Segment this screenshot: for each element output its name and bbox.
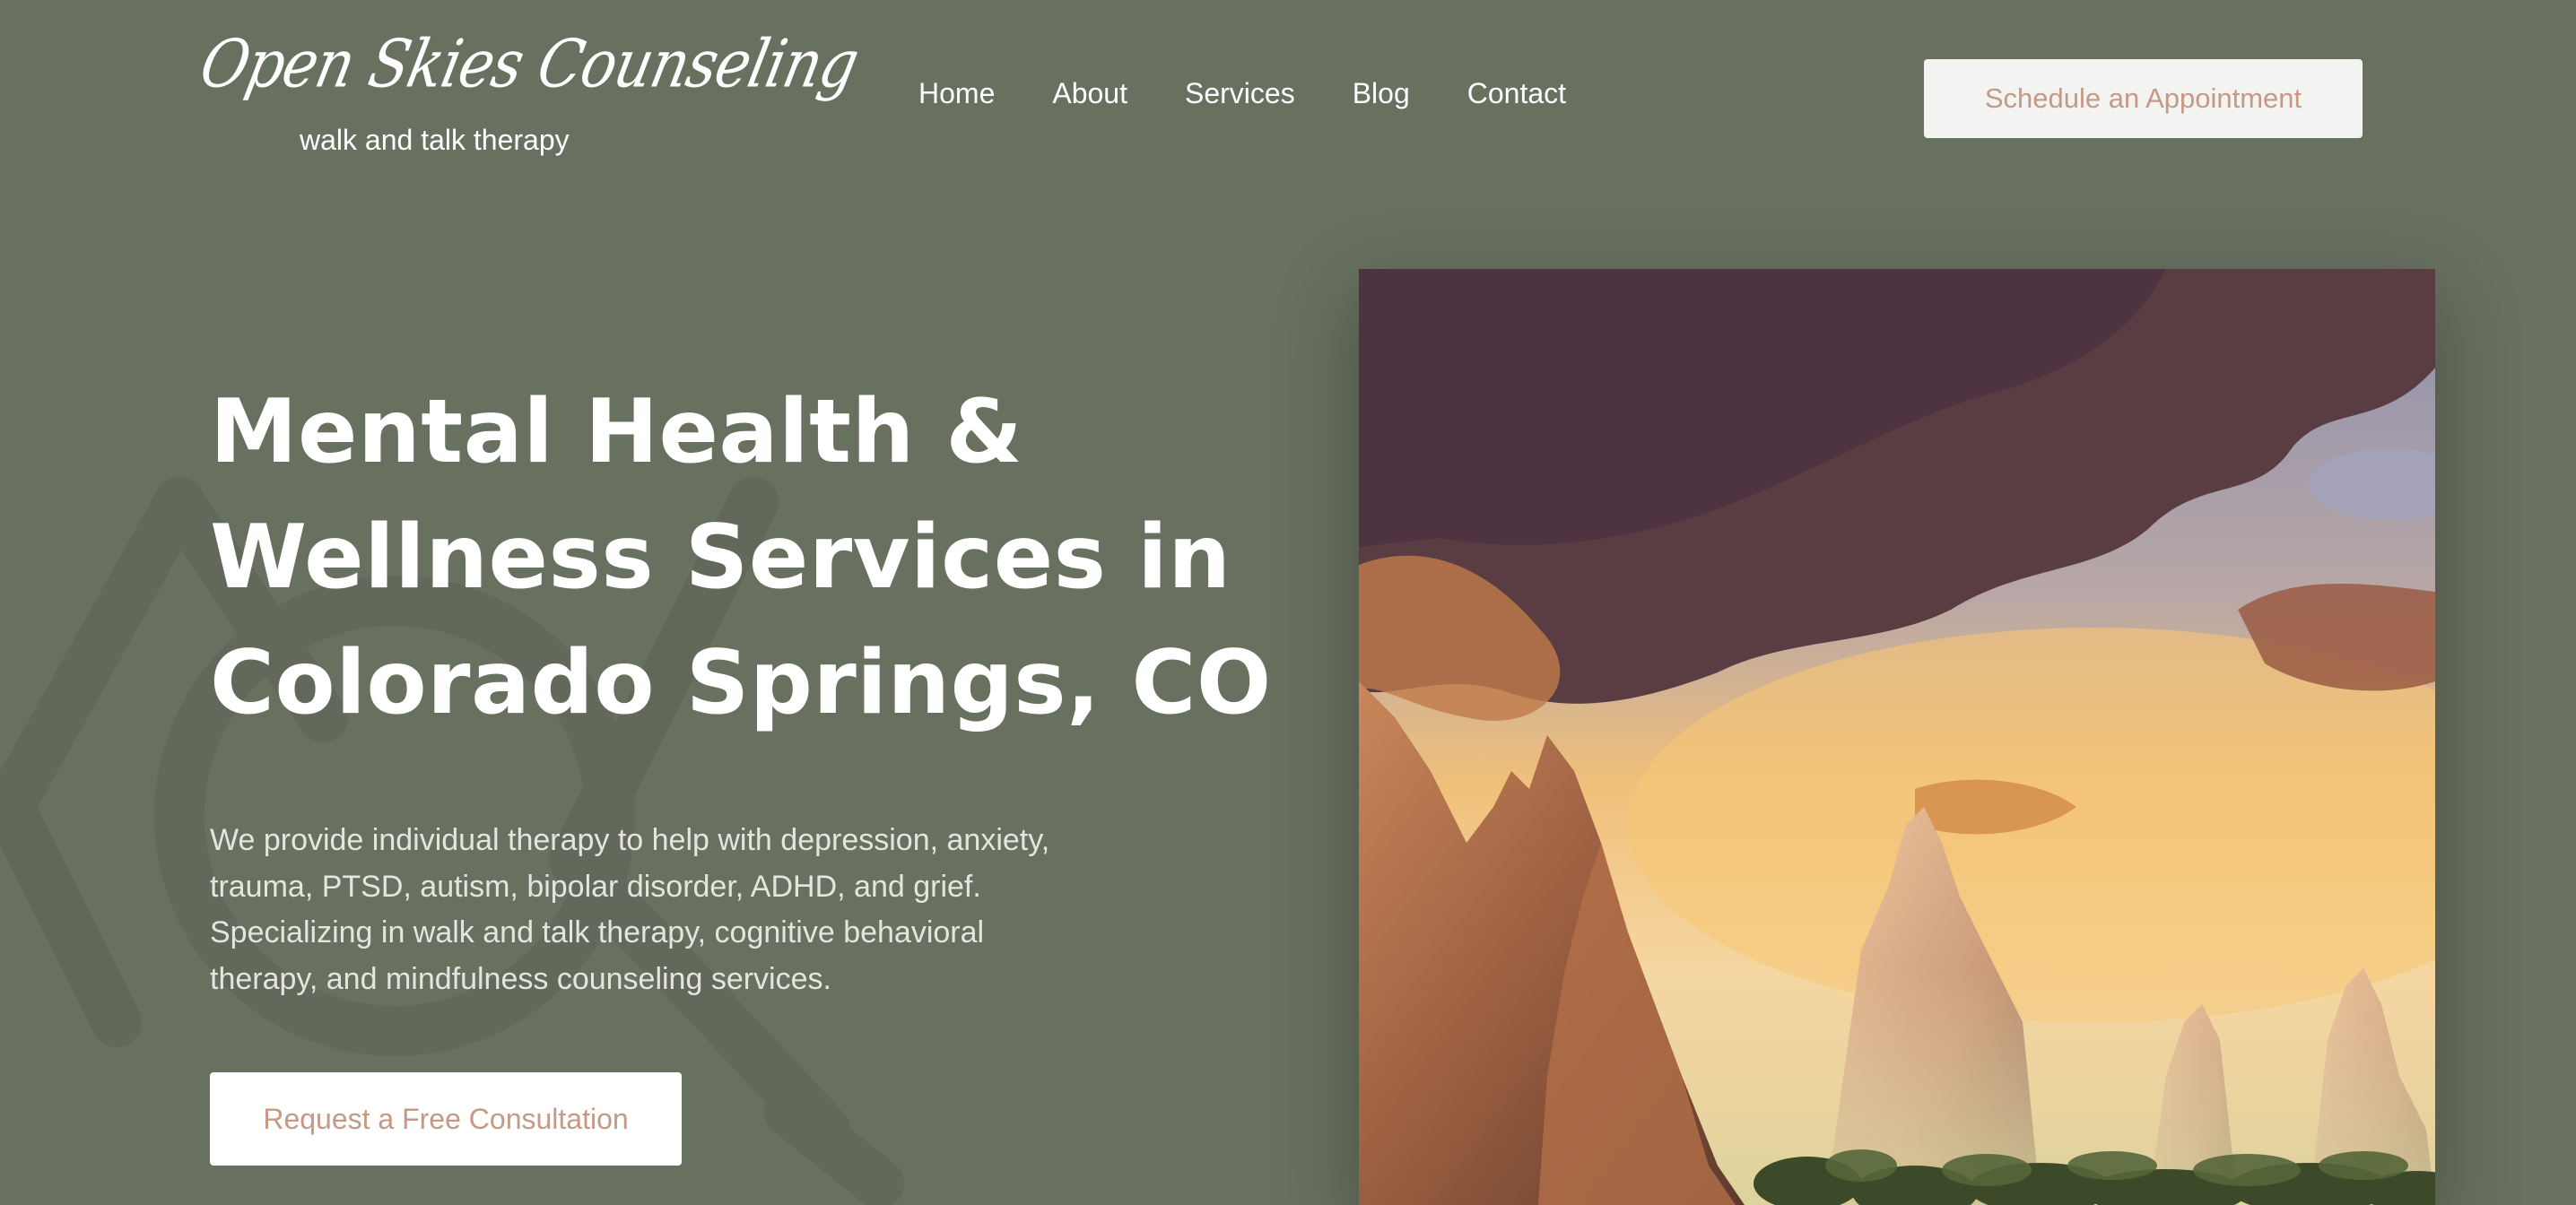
hero-title-line: Wellness Services in	[210, 507, 1231, 609]
nav-home[interactable]: Home	[918, 77, 995, 110]
logo-script-text: Open Skies Counseling	[193, 27, 865, 104]
hero-title: Mental Health & Wellness Services in Col…	[210, 369, 1286, 746]
hero-title-line: Colorado Springs, CO	[210, 632, 1272, 734]
nav-contact[interactable]: Contact	[1467, 77, 1566, 110]
schedule-appointment-button[interactable]: Schedule an Appointment	[1924, 59, 2363, 138]
main-nav: Home About Services Blog Contact	[918, 77, 1566, 110]
hero-description: We provide individual therapy to help wi…	[210, 818, 1197, 1002]
mountain-sunset-photo-icon	[1359, 269, 2435, 1205]
logo[interactable]: Open Skies Counseling walk and talk ther…	[194, 27, 865, 161]
nav-services[interactable]: Services	[1185, 77, 1295, 110]
free-consultation-button[interactable]: Request a Free Consultation	[210, 1072, 682, 1166]
hero-description-line: therapy, and mindfulness counseling serv…	[210, 961, 831, 996]
page: Open Skies Counseling walk and talk ther…	[0, 0, 2576, 1205]
nav-about[interactable]: About	[1052, 77, 1127, 110]
hero-description-line: We provide individual therapy to help wi…	[210, 823, 1050, 857]
nav-blog[interactable]: Blog	[1353, 77, 1410, 110]
hero-description-line: Specializing in walk and talk therapy, c…	[210, 915, 985, 949]
hero-description-line: trauma, PTSD, autism, bipolar disorder, …	[210, 869, 981, 904]
hero-image	[1359, 269, 2435, 1205]
logo-tagline: walk and talk therapy	[300, 124, 570, 156]
hero-title-line: Mental Health &	[210, 381, 1023, 483]
